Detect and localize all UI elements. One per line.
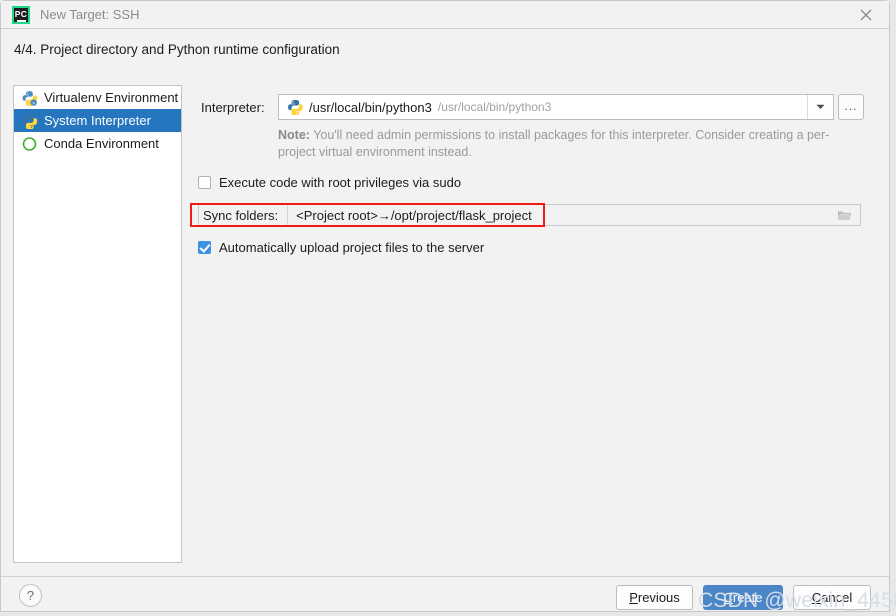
footer-divider [1, 576, 889, 577]
interpreter-label: Interpreter: [201, 100, 265, 115]
note-label: Note: [278, 128, 310, 142]
cancel-button-label: ancel [821, 590, 853, 605]
previous-button[interactable]: Previous [616, 585, 693, 610]
previous-button-label: revious [637, 590, 680, 605]
environment-type-list[interactable]: v Virtualenv Environment System Interpre… [13, 85, 182, 563]
create-button-label: reate [732, 590, 763, 605]
sidebar-item-label: Virtualenv Environment [44, 90, 179, 105]
folder-icon[interactable] [837, 209, 852, 222]
interpreter-browse-button[interactable]: ... [838, 94, 864, 120]
interpreter-combobox[interactable]: /usr/local/bin/python3 /usr/local/bin/py… [278, 94, 834, 120]
sidebar-item-virtualenv-environment[interactable]: v Virtualenv Environment [14, 86, 181, 109]
new-target-ssh-dialog: PC New Target: SSH 4/4. Project director… [0, 0, 896, 612]
sudo-checkbox[interactable] [198, 176, 211, 189]
sudo-checkbox-label: Execute code with root privileges via su… [219, 175, 462, 190]
sync-folders-value: <Project root>→/opt/project/flask_projec… [296, 207, 532, 223]
interpreter-path-hint: /usr/local/bin/python3 [437, 100, 552, 114]
create-button-mnemonic: C [723, 590, 733, 605]
chevron-down-icon[interactable] [807, 95, 833, 119]
sidebar-item-label: Conda Environment [44, 136, 159, 151]
auto-upload-checkbox[interactable] [198, 241, 211, 254]
python-icon [22, 113, 38, 129]
virtualenv-python-icon: v [22, 90, 38, 106]
window-title: New Target: SSH [40, 7, 140, 22]
sidebar-item-conda-environment[interactable]: Conda Environment [14, 132, 181, 155]
interpreter-note: Note: You'll need admin permissions to i… [278, 127, 840, 161]
sync-folders-label: Sync folders: [203, 207, 279, 223]
cancel-button-mnemonic: C [811, 590, 822, 605]
conda-icon [22, 136, 37, 151]
sync-folders-field[interactable]: Sync folders: <Project root>→/opt/projec… [198, 204, 861, 226]
python-icon [288, 100, 303, 115]
cancel-button[interactable]: Cancel [793, 585, 871, 610]
sync-folders-value-box[interactable]: <Project root>→/opt/project/flask_projec… [287, 205, 837, 225]
note-text: You'll need admin permissions to install… [278, 128, 830, 159]
sidebar-item-label: System Interpreter [44, 113, 151, 128]
auto-upload-checkbox-label: Automatically upload project files to th… [219, 240, 485, 255]
help-button[interactable]: ? [19, 584, 42, 607]
auto-upload-checkbox-row[interactable]: Automatically upload project files to th… [198, 240, 484, 255]
title-bar: PC New Target: SSH [1, 1, 889, 29]
interpreter-value: /usr/local/bin/python3 [309, 99, 432, 115]
previous-button-mnemonic: P [629, 590, 638, 605]
sudo-checkbox-row[interactable]: Execute code with root privileges via su… [198, 175, 461, 190]
sidebar-item-system-interpreter[interactable]: System Interpreter [14, 109, 181, 132]
create-button[interactable]: Create [703, 585, 783, 610]
pycharm-icon: PC [12, 6, 30, 24]
close-icon[interactable] [851, 5, 881, 25]
page-title: 4/4. Project directory and Python runtim… [14, 42, 340, 57]
